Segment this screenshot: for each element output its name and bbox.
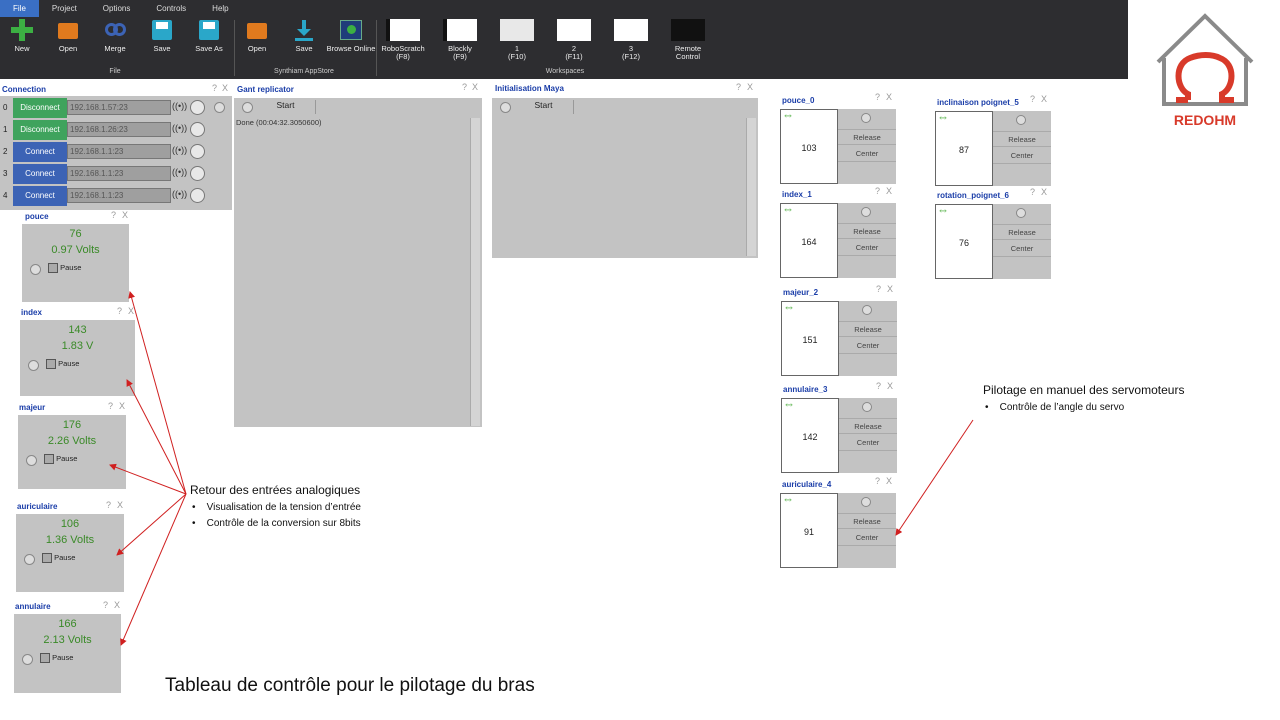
analog-annotation-bullet-2: • Contrôle de la conversion sur 8bits [192,518,361,529]
analog-annotation-bullet-1: • Visualisation de la tension d’entrée [192,502,361,513]
servo-annotation-title: Pilotage en manuel des servomoteurs [983,383,1185,397]
annotation-arrows [109,291,974,646]
analog-annotation-title: Retour des entrées analogiques [190,483,361,497]
servo-annotation-bullet-1: • Contrôle de l’angle du servo [985,402,1125,413]
page-caption: Tableau de contrôle pour le pilotage du … [165,675,535,696]
